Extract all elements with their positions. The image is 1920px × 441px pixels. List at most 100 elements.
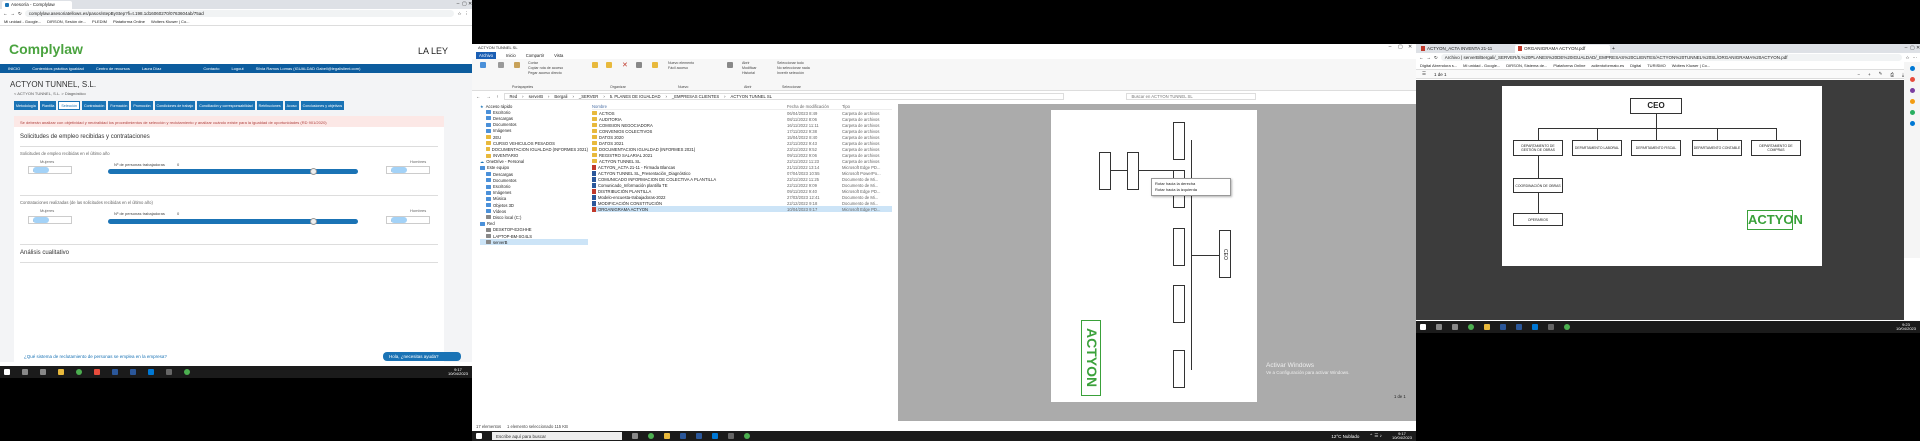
nav-contact[interactable]: Contacto [203,66,219,71]
search-icon[interactable] [22,369,28,375]
edge-icon[interactable] [1532,324,1538,330]
url-input[interactable]: Archivo | serverB/Bergali/_SERVER/5.%20P… [1440,54,1903,61]
explorer-search-input[interactable]: Buscar en ACTYON TUNNEL SL [1126,93,1257,100]
maximize-icon[interactable]: ▢ [1398,45,1403,50]
bookmark[interactable]: DIRSON, Sistema de... [1506,63,1547,68]
ratio-slider[interactable] [108,169,358,174]
maximize-icon[interactable]: ▢ [1910,46,1915,51]
paste-button[interactable] [514,62,520,70]
app-icon[interactable] [1548,324,1554,330]
task-view-icon[interactable] [40,369,46,375]
star-icon[interactable]: ☆ [457,11,461,17]
file-row[interactable]: CONVENIOS COLECTIVOS 17/11/2022 9:38 Carpe… [592,128,892,134]
back-icon[interactable]: ← [1419,55,1424,60]
cut-button[interactable]: Cortar [528,61,538,65]
back-icon[interactable]: ← [3,11,8,16]
ribbon-tab[interactable]: Vista [554,53,563,58]
bookmark[interactable]: Plataforma Online [1553,63,1585,68]
bookmark[interactable]: TURISMO [1647,63,1665,68]
history-button[interactable]: Historial [742,71,755,75]
open-button[interactable]: Abrir [742,61,750,65]
close-icon[interactable]: ✕ [468,2,472,7]
edge-icon[interactable] [148,369,154,375]
minimize-icon[interactable]: – [1904,46,1908,51]
file-row[interactable]: DATOS 2020 15/04/2022 8:40 Carpeta de arch… [592,134,892,140]
app-icon[interactable] [166,369,172,375]
nav-item-selected[interactable]: serverB [480,239,588,246]
toc-icon[interactable]: ☰ [1422,71,1426,77]
new-folder-button[interactable] [652,62,658,70]
minimize-icon[interactable]: – [456,2,460,7]
windows-start-icon[interactable] [1420,324,1426,330]
task-view-icon[interactable] [1452,324,1458,330]
context-menu-item[interactable]: Rotar hacia la izquierda [1155,187,1227,193]
ribbon-tab[interactable]: Inicio [506,53,516,58]
bookmark[interactable]: Mi unidad - Google... [4,19,41,24]
outlook-icon[interactable] [130,369,136,375]
word-icon[interactable] [1500,324,1506,330]
path-segment[interactable]: _SERVER [579,94,598,99]
file-row[interactable]: ACTYON TUNNEL SL 22/11/2022 11:23 Carpeta … [592,158,892,164]
step-tab[interactable]: Contratación [81,101,107,110]
file-explorer-icon[interactable] [664,433,670,439]
move-to-button[interactable] [592,62,598,70]
url-input[interactable]: complylaw.asesoriatellows.es/pasos/stepB… [24,10,455,17]
bookmark[interactable]: Digital Abrendora s... [1420,63,1457,68]
sidebar-icon[interactable] [1909,88,1915,93]
edge-icon[interactable] [712,433,718,439]
chrome-icon[interactable] [184,369,190,375]
sidebar-icon[interactable] [1909,121,1915,126]
app-icon[interactable] [94,369,100,375]
bookmark[interactable]: Plataforma Online [113,19,145,24]
menu-dots-icon[interactable]: ⋯ [1913,55,1918,61]
reload-icon[interactable]: ↻ [1434,55,1438,61]
word-icon[interactable] [112,369,118,375]
windows-start-icon[interactable] [476,433,482,439]
forward-icon[interactable]: → [1427,55,1432,60]
app-icon[interactable] [728,433,734,439]
star-icon[interactable]: ☆ [1905,55,1909,61]
browser-tab[interactable]: Asesoría - Complylaw [2,0,72,9]
step-tab-selected[interactable]: Selección [58,101,80,110]
nav-home[interactable]: INICIO [8,66,20,71]
bookmark[interactable]: aclientoformato.es [1591,63,1624,68]
mujeres-toggle[interactable] [33,167,49,173]
slider-handle[interactable] [309,168,317,175]
step-tab[interactable]: Condiciones de trabajo [154,101,196,110]
path-segment[interactable]: Bergali [554,94,567,99]
complylaw-logo[interactable]: Complylaw [9,41,83,57]
path-segment[interactable]: _EMPRESAS CLIENTES [672,94,719,99]
file-row[interactable]: Modelo-encuesta-trabajadoras-2022 27/03/2… [592,194,892,200]
bookmark[interactable]: Digital [1630,63,1641,68]
system-tray-icon[interactable]: ⌃ ☰ ♪ [1369,433,1382,439]
file-explorer-icon[interactable] [1484,324,1490,330]
up-icon[interactable]: ↑ [496,94,498,99]
rename-button[interactable] [636,62,642,70]
chrome-icon[interactable] [648,433,654,439]
nav-user[interactable]: Laura Díaz [142,66,162,71]
search-icon[interactable] [1436,324,1442,330]
delete-icon[interactable]: ✕ [622,61,628,69]
step-tab[interactable]: Retribuciones [256,101,283,110]
hombres-toggle[interactable] [391,217,407,223]
slider-handle[interactable] [309,218,317,225]
maximize-icon[interactable]: ▢ [462,2,467,7]
file-row[interactable]: COMUNICADO INFORMACION DE COLECTIVA A PL… [592,176,892,182]
reload-icon[interactable]: ↻ [18,11,22,17]
bookmark[interactable]: DIRSON, Sesión de... [47,19,86,24]
file-row[interactable]: MODIFICACIÓN CONSTITUCIÓN 22/12/2022 9:18… [592,200,892,206]
file-row[interactable]: DATOS 2021 22/11/2022 9:43 Carpeta de arch… [592,140,892,146]
chat-widget-button[interactable]: Hola, ¿necesitas ayuda? [383,352,461,361]
step-tab[interactable]: Acoso [284,101,299,110]
file-row[interactable]: ACTIOS 06/04/2023 8:49 Carpeta de archivos [592,110,892,116]
nav-item[interactable]: Contenidos práctica igualdad [32,66,84,71]
file-explorer-icon[interactable] [58,369,64,375]
file-row[interactable]: ACTYON_ACTA 21-11 - Firmada Blancas 21/11… [592,164,892,170]
forward-icon[interactable]: → [11,11,16,16]
copy-to-button[interactable] [606,62,612,70]
pin-button[interactable] [480,62,486,70]
edit-button[interactable]: Modificar [742,66,757,70]
file-row[interactable]: Comunicado_Información plantilla TE 22/11… [592,182,892,188]
path-segment[interactable]: serverB [529,94,543,99]
forward-icon[interactable]: → [486,94,490,99]
